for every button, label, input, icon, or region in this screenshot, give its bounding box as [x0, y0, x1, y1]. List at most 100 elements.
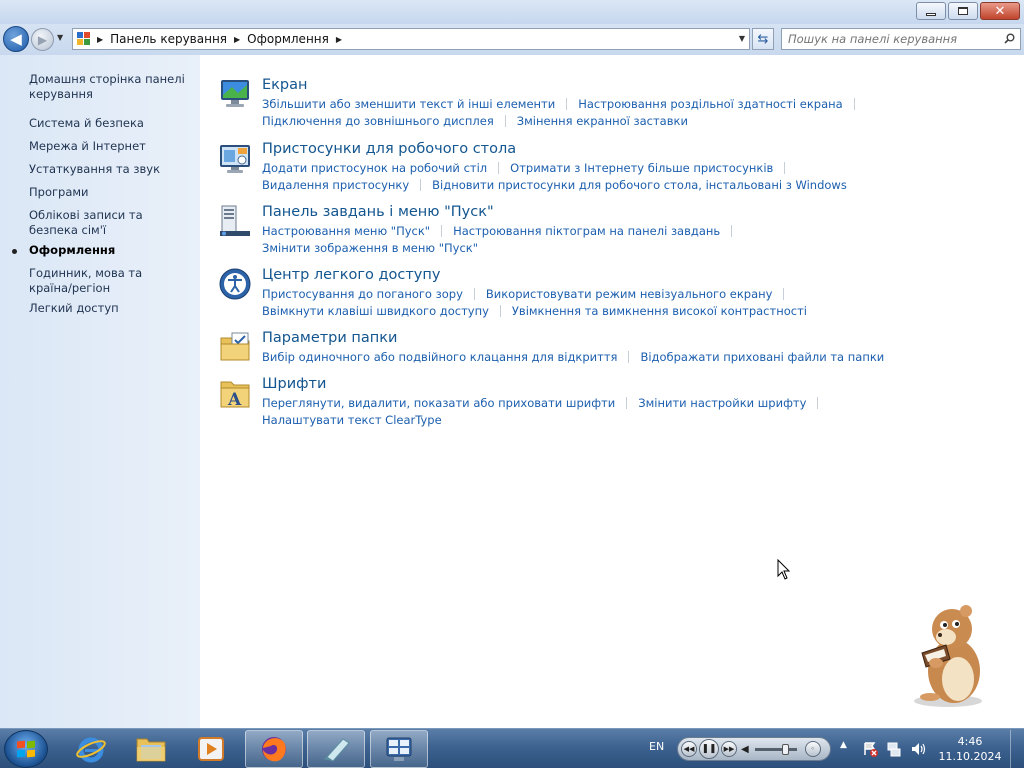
breadcrumb-chevron-icon[interactable]: ▶ [234, 35, 240, 44]
minimize-button[interactable] [916, 2, 946, 20]
link-divider [499, 305, 501, 317]
link-customize-start[interactable]: Настроювання меню "Пуск" [262, 224, 430, 238]
category-title-fonts[interactable]: Шрифти [262, 376, 326, 392]
taskbar-gadget-app[interactable] [307, 730, 365, 768]
firefox-icon [262, 737, 286, 762]
hamster-gadget-icon[interactable] [906, 601, 986, 711]
link-restore-gadgets[interactable]: Відновити пристосунки для робочого стола… [432, 178, 847, 192]
link-divider [853, 98, 855, 110]
volume-slider[interactable] [754, 743, 797, 755]
ease-of-access-icon[interactable] [218, 267, 252, 301]
action-center-icon[interactable] [862, 741, 878, 757]
sidebar-item-ease-of-access[interactable]: Легкий доступ [29, 301, 189, 316]
link-row: Вибір одиночного або подвійного клацання… [262, 350, 884, 364]
taskbar-media-player[interactable] [182, 730, 240, 768]
recent-pages-dropdown[interactable]: ▼ [57, 33, 63, 42]
breadcrumb-chevron-icon[interactable]: ▶ [336, 35, 342, 44]
link-get-more-gadgets[interactable]: Отримати з Інтернету більше пристосунків [510, 161, 773, 175]
link-single-double-click[interactable]: Вибір одиночного або подвійного клацання… [262, 350, 617, 364]
close-button[interactable]: ✕ [980, 2, 1020, 20]
sidebar-item-programs[interactable]: Програми [29, 185, 189, 200]
search-icon[interactable] [1004, 33, 1015, 44]
taskbar-firefox[interactable] [245, 730, 303, 768]
breadcrumb-control-panel[interactable]: Панель керування [110, 32, 227, 46]
link-taskbar-icons[interactable]: Настроювання піктограм на панелі завдань [453, 224, 720, 238]
link-add-gadget[interactable]: Додати пристосунок на робочий стіл [262, 161, 487, 175]
link-manage-fonts[interactable]: Переглянути, видалити, показати або прих… [262, 396, 615, 410]
link-low-vision[interactable]: Пристосування до поганого зору [262, 287, 463, 301]
taskbar-explorer[interactable] [122, 730, 180, 768]
back-button[interactable]: ◀ [3, 26, 29, 52]
volume-slider-knob[interactable] [781, 743, 789, 755]
link-row: Переглянути, видалити, показати або прих… [262, 396, 829, 410]
category-title-display[interactable]: Екран [262, 77, 308, 93]
show-hidden-icons-icon[interactable]: ▲ [840, 740, 847, 750]
sidebar-item-system-security[interactable]: Система й безпека [29, 116, 189, 131]
link-shortcut-keys[interactable]: Ввімкнути клавіші швидкого доступу [262, 304, 489, 318]
network-icon[interactable] [886, 741, 902, 757]
fonts-icon[interactable]: A [218, 376, 252, 410]
link-no-display[interactable]: Використовувати режим невізуального екра… [486, 287, 773, 301]
clock-time: 4:46 [957, 735, 983, 748]
link-start-picture[interactable]: Змінити зображення в меню "Пуск" [262, 241, 478, 255]
clock-date: 11.10.2024 [938, 750, 1002, 763]
link-uninstall-gadget[interactable]: Видалення пристосунку [262, 178, 409, 192]
taskbar-icon[interactable] [218, 204, 252, 238]
speaker-icon[interactable] [910, 741, 926, 757]
next-track-button[interactable]: ▶▶ [721, 741, 737, 757]
link-row: Підключення до зовнішнього дисплея Зміне… [262, 114, 688, 128]
link-row: Налаштувати текст ClearType [262, 413, 442, 427]
breadcrumb-appearance[interactable]: Оформлення [247, 32, 329, 46]
forward-button[interactable]: ▶ [31, 28, 54, 51]
title-bar: ✕ [0, 0, 1024, 24]
sidebar-item-home[interactable]: Домашня сторінка панелі керування [29, 72, 189, 102]
sidebar-item-clock-language[interactable]: Годинник, мова та країна/регіон [29, 266, 159, 296]
start-button[interactable] [4, 730, 48, 768]
address-dropdown-icon[interactable]: ▼ [739, 34, 745, 43]
link-row: Змінити зображення в меню "Пуск" [262, 241, 478, 255]
link-screen-resolution[interactable]: Настроювання роздільної здатності екрана [578, 97, 842, 111]
breadcrumb-chevron-icon[interactable]: ▶ [97, 35, 103, 44]
sidebar-item-network[interactable]: Мережа й Інтернет [29, 139, 189, 154]
folder-options-icon[interactable] [218, 330, 252, 364]
search-input[interactable] [781, 28, 1021, 50]
link-row: Збільшити або зменшити текст й інші елем… [262, 97, 866, 111]
navigation-bar: ◀ ▶ ▼ ▶ Панель керування ▶ Оформлення ▶ … [0, 24, 1024, 55]
category-title-gadgets[interactable]: Пристосунки для робочого стола [262, 141, 516, 157]
language-indicator[interactable]: EN [649, 740, 664, 753]
gadgets-icon[interactable] [218, 141, 252, 175]
media-player-toolbar: ◀◀ ❚❚ ▶▶ ◀ ◦ [677, 737, 831, 761]
clock[interactable]: 4:46 11.10.2024 [938, 734, 1002, 764]
link-show-hidden-files[interactable]: Відображати приховані файли та папки [640, 350, 884, 364]
internet-explorer-icon [76, 737, 106, 763]
taskbar-control-panel[interactable] [370, 730, 428, 768]
address-bar[interactable]: ▶ Панель керування ▶ Оформлення ▶ ▼ [72, 28, 750, 50]
link-external-display[interactable]: Підключення до зовнішнього дисплея [262, 114, 494, 128]
link-font-settings[interactable]: Змінити настройки шрифту [638, 396, 806, 410]
volume-icon[interactable]: ◀ [741, 744, 749, 755]
link-high-contrast[interactable]: Увімкнення та вимкнення високої контраст… [512, 304, 807, 318]
link-cleartype[interactable]: Налаштувати текст ClearType [262, 413, 442, 427]
back-arrow-icon: ◀ [10, 30, 22, 48]
category-title-folder-options[interactable]: Параметри папки [262, 330, 397, 346]
refresh-button[interactable]: ⇆ [752, 28, 774, 50]
link-divider [498, 162, 500, 174]
sidebar-item-user-accounts[interactable]: Облікові записи та безпека сім'ї [29, 208, 184, 238]
taskbar-internet-explorer[interactable] [62, 730, 120, 768]
window-controls: ✕ [916, 2, 1020, 20]
link-text-size[interactable]: Збільшити або зменшити текст й інші елем… [262, 97, 555, 111]
link-row: Настроювання меню "Пуск" Настроювання пі… [262, 224, 743, 238]
category-title-taskbar[interactable]: Панель завдань і меню "Пуск" [262, 204, 494, 220]
link-row: Додати пристосунок на робочий стіл Отрим… [262, 161, 796, 175]
display-icon[interactable] [218, 77, 252, 111]
previous-track-button[interactable]: ◀◀ [681, 741, 697, 757]
link-divider [420, 179, 422, 191]
svg-text:A: A [227, 390, 242, 410]
sidebar-item-hardware-sound[interactable]: Устаткування та звук [29, 162, 189, 177]
maximize-button[interactable] [948, 2, 978, 20]
link-screen-saver[interactable]: Змінення екранної заставки [517, 114, 688, 128]
category-title-ease-of-access[interactable]: Центр легкого доступу [262, 267, 440, 283]
pause-button[interactable]: ❚❚ [699, 739, 719, 759]
show-desktop-button[interactable] [1010, 730, 1023, 768]
mute-button[interactable]: ◦ [804, 741, 821, 757]
